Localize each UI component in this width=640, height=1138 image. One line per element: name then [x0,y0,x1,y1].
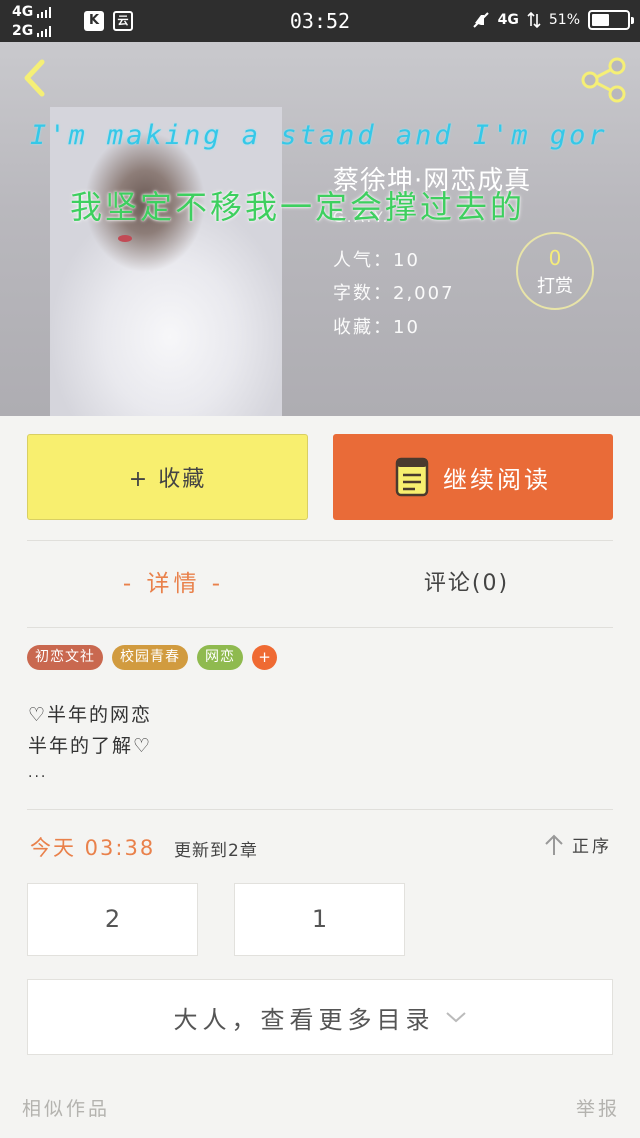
similar-works-heading: 相似作品 [22,1098,111,1120]
popularity-stat: 人气：10 [333,250,420,271]
back-arrow-icon[interactable] [18,58,50,98]
divider [27,809,613,810]
chevron-down-icon [445,1012,466,1023]
tag-list: 初恋文社 校园青春 网恋 + [27,645,277,670]
reward-count: 0 [548,246,562,270]
status-right: 4G 51% [472,10,634,30]
sort-order-button[interactable]: 正序 [544,832,612,857]
book-description[interactable]: ♡半年的网恋 半年的了解♡ ... [28,700,152,784]
tag-item[interactable]: 初恋文社 [27,645,103,670]
lyric-overlay-chinese: 我坚定不移我一定会撑过去的 [70,188,526,226]
word-count-stat: 字数：2,007 [333,283,455,304]
description-line: ♡半年的网恋 [28,704,153,726]
status-bar: 4G 2G K 云 03:52 4G 51% [0,0,640,42]
continue-reading-label: 继续阅读 [443,465,551,494]
description-line: 半年的了解♡ [28,735,153,757]
description-line: ... [28,765,48,781]
reward-button[interactable]: 0 打赏 [516,232,594,310]
book-header: 蔡徐坤·网恋成真 G.A.Y. 人气：10 字数：2,007 收藏：10 0 打… [0,42,640,416]
tag-item[interactable]: 校园青春 [112,645,188,670]
mute-icon [472,12,489,28]
share-icon[interactable] [578,56,630,104]
tag-item[interactable]: 网恋 [197,645,243,670]
chapter-item[interactable]: 1 [234,883,405,956]
update-status: 更新到2章 [174,841,258,861]
divider [27,627,613,628]
reward-label: 打赏 [537,276,573,297]
view-more-chapters-label: 大人，查看更多目录 [173,1005,435,1034]
data-arrows-icon [527,12,541,28]
battery-icon [588,10,634,30]
favorites-stat: 收藏：10 [333,317,420,338]
tab-detail[interactable]: - 详情 - [27,556,320,612]
add-to-collection-button[interactable]: + 收藏 [27,434,308,520]
lyric-overlay-english: I'm making a stand and I'm gor [30,120,608,151]
book-cover-image [50,107,282,416]
divider [27,540,613,541]
report-button[interactable]: 举报 [576,1094,620,1121]
arrow-up-icon [545,834,563,855]
continue-reading-button[interactable]: 继续阅读 [333,434,613,520]
book-icon [395,457,429,497]
battery-percent: 51% [548,12,580,28]
add-tag-button[interactable]: + [252,645,277,670]
view-more-chapters-button[interactable]: 大人，查看更多目录 [27,979,613,1055]
update-time: 今天 03:38 [30,836,156,860]
tab-comments[interactable]: 评论(0) [320,556,613,612]
chapter-item[interactable]: 2 [27,883,198,956]
network-type-right: 4G [497,12,519,28]
sort-order-label: 正序 [572,837,612,857]
